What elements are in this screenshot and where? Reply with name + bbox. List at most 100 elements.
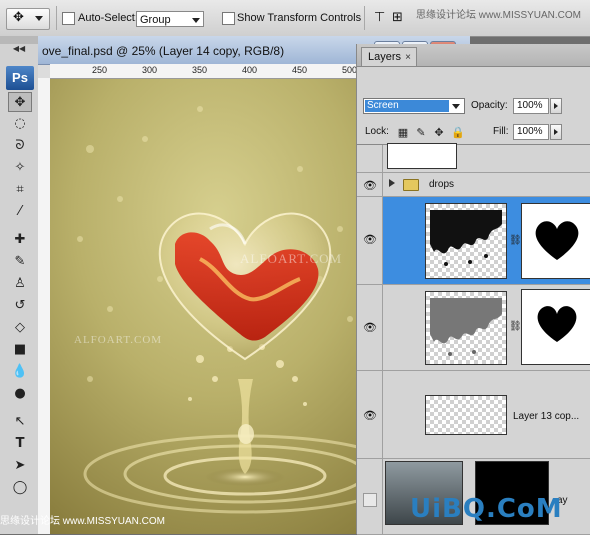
visibility-toggle[interactable] [357, 459, 383, 534]
eye-icon: 👁 [363, 409, 377, 422]
fill-slider-button[interactable] [550, 124, 562, 140]
blur-icon: 💧 [11, 364, 29, 379]
ellipse-tool[interactable]: ◯ [8, 478, 32, 498]
lock-label: Lock: [365, 126, 389, 137]
lock-position-icon[interactable]: ✥ [433, 126, 445, 139]
align-vcenter-icon[interactable]: ⊞ [392, 10, 403, 25]
move-tool[interactable]: ✥ [8, 92, 32, 112]
tab-layers[interactable]: Layers × [361, 47, 417, 66]
auto-select-checkbox[interactable] [62, 12, 75, 25]
lock-all-icon[interactable]: 🔒 [451, 126, 465, 139]
close-icon[interactable]: × [405, 49, 411, 67]
lasso-tool[interactable]: ᘐ [8, 136, 32, 156]
clone-stamp-tool[interactable]: ♙ [8, 274, 32, 294]
auto-select-value: Group [140, 14, 171, 26]
auto-select-dropdown[interactable]: Group [136, 11, 204, 27]
magic-wand-icon: ✧ [14, 160, 26, 175]
auto-select-label: Auto-Select: [78, 12, 138, 24]
chevron-down-icon [452, 104, 460, 109]
visibility-toggle[interactable] [357, 145, 383, 172]
tools-panel-collapse[interactable]: ◀◀ [0, 44, 38, 58]
brush-tool[interactable]: ✎ [8, 252, 32, 272]
layer-mask-thumbnail [521, 203, 590, 279]
tools-panel: ◀◀ Ps ✥ ◌ ᘐ ✧ ⌗ ⁄ ✚ ✎ ♙ ↺ ◇ ■ 💧 ● ↖ T ➤ … [0, 36, 39, 534]
tools-panel-grip[interactable] [0, 36, 38, 44]
dodge-tool[interactable]: ● [8, 384, 32, 404]
show-transform-checkbox[interactable] [222, 12, 235, 25]
visibility-empty-box [363, 493, 377, 507]
gradient-tool[interactable]: ■ [8, 340, 32, 360]
eyedropper-icon: ⁄ [18, 204, 22, 219]
brand-watermark: UiBQ.CoM [410, 494, 563, 524]
layer-row[interactable] [357, 143, 590, 173]
opacity-input[interactable]: 100% [513, 98, 549, 114]
path-selection-icon: ➤ [14, 458, 26, 473]
crop-icon: ⌗ [16, 182, 24, 197]
watermark-bottom: 思缘设计论坛 www.MISSYUAN.COM [0, 516, 166, 527]
align-top-icon[interactable]: ⊤ [374, 10, 385, 25]
move-icon: ✥ [13, 10, 24, 25]
layer-thumbnail [425, 291, 507, 365]
layer-row-selected[interactable]: 👁 ⛓ [357, 197, 590, 285]
layer-row[interactable]: 👁 ⛓ [357, 285, 590, 371]
healing-brush-tool[interactable]: ✚ [8, 230, 32, 250]
visibility-toggle[interactable]: 👁 [357, 371, 383, 458]
layer-mask-thumbnail [521, 289, 590, 365]
canvas-watermark: ALFOART.COM [74, 334, 163, 346]
watermark-top: 思缘设计论坛 www.MISSYUAN.COM [416, 10, 582, 21]
opacity-slider-button[interactable] [550, 98, 562, 114]
crop-tool[interactable]: ⌗ [8, 180, 32, 200]
splash-thumbnail-art [430, 298, 502, 356]
healing-brush-icon: ✚ [14, 232, 26, 247]
drip-thumbnail-art [430, 210, 502, 266]
type-tool[interactable]: T [8, 434, 32, 454]
chevron-down-icon [192, 18, 200, 23]
layer-list: 👁 drops 👁 ⛓ 👁 ⛓ 👁 Layer 13 cop... ay [357, 143, 590, 535]
blend-row [357, 66, 590, 96]
heart-mask-art [537, 306, 577, 342]
visibility-toggle[interactable]: 👁 [357, 197, 383, 284]
eyedropper-tool[interactable]: ⁄ [8, 202, 32, 222]
magic-wand-tool[interactable]: ✧ [8, 158, 32, 178]
eye-icon: 👁 [363, 321, 377, 334]
photoshop-logo: Ps [6, 66, 34, 90]
lock-image-icon[interactable]: ✎ [415, 126, 427, 139]
divider [56, 6, 57, 30]
gradient-icon: ■ [13, 342, 27, 357]
fill-input[interactable]: 100% [513, 124, 549, 140]
fill-label: Fill: [493, 126, 509, 137]
eye-icon: 👁 [363, 233, 377, 246]
marquee-tool[interactable]: ◌ [8, 114, 32, 134]
expand-triangle-icon[interactable] [389, 179, 395, 187]
blend-mode-value: Screen [365, 100, 449, 112]
layer-group-row[interactable]: 👁 drops [357, 173, 590, 197]
marquee-icon: ◌ [14, 116, 26, 131]
divider [364, 6, 365, 30]
path-selection-tool[interactable]: ➤ [8, 456, 32, 476]
pen-icon: ↖ [14, 414, 26, 429]
blur-tool[interactable]: 💧 [8, 362, 32, 382]
link-icon[interactable]: ⛓ [509, 321, 522, 332]
layers-tab-label: Layers [368, 51, 402, 63]
eraser-tool[interactable]: ◇ [8, 318, 32, 338]
visibility-toggle[interactable]: 👁 [357, 285, 383, 370]
layers-panel: Layers × Screen Opacity: 100% Lock: ▦ ✎ … [356, 44, 590, 535]
history-brush-icon: ↺ [14, 298, 26, 313]
layer-thumbnail [387, 143, 457, 169]
ellipse-icon: ◯ [12, 480, 28, 495]
layer-row[interactable]: 👁 Layer 13 cop... [357, 371, 590, 459]
layer-thumbnail [425, 395, 507, 435]
visibility-toggle[interactable]: 👁 [357, 173, 383, 196]
options-bar: ✥ Auto-Select: Group Show Transform Cont… [0, 0, 590, 37]
ruler-label: 400 [242, 65, 258, 75]
ruler-label: 300 [142, 65, 158, 75]
link-icon[interactable]: ⛓ [509, 235, 522, 246]
brush-icon: ✎ [14, 254, 26, 269]
clone-stamp-icon: ♙ [14, 276, 26, 291]
document-title: ove_final.psd @ 25% (Layer 14 copy, RGB/… [42, 44, 285, 58]
history-brush-tool[interactable]: ↺ [8, 296, 32, 316]
move-tool-preset-button[interactable]: ✥ [6, 8, 50, 30]
pen-tool[interactable]: ↖ [8, 412, 32, 432]
blend-mode-dropdown[interactable]: Screen [363, 98, 465, 114]
lock-transparent-icon[interactable]: ▦ [397, 126, 409, 139]
